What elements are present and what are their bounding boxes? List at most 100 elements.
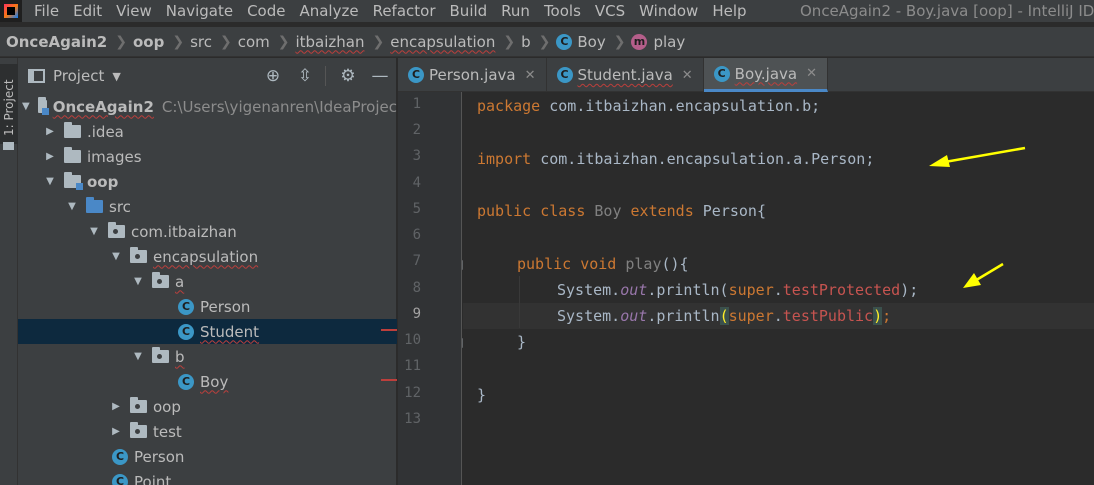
tree-item-label: Student	[200, 322, 260, 341]
tree-item-label: images	[87, 147, 142, 166]
tree-item-b[interactable]: ▼ b	[18, 344, 397, 369]
breadcrumb-method[interactable]: ❯ m play	[606, 33, 686, 51]
folder-icon	[3, 142, 14, 150]
minimize-icon[interactable]: —	[370, 66, 390, 86]
chevron-right-icon: ❯	[372, 33, 385, 50]
menu-analyze[interactable]: Analyze	[299, 2, 358, 20]
chevron-down-icon[interactable]: ▼	[112, 70, 120, 83]
keyword: super	[728, 307, 774, 325]
line-number: 12	[404, 385, 421, 401]
code-text: com.itbaizhan.encapsulation.a.Person;	[531, 150, 875, 168]
tree-item-label: src	[109, 197, 131, 216]
breadcrumb-b[interactable]: ❯ b	[495, 33, 530, 51]
project-view-title[interactable]: Project	[53, 67, 104, 85]
close-icon[interactable]: ✕	[806, 66, 817, 81]
menu-view[interactable]: View	[116, 2, 152, 20]
breadcrumb-project[interactable]: OnceAgain2	[6, 33, 107, 51]
collapsed-arrow-icon[interactable]: ▶	[110, 426, 122, 437]
class-icon: C	[178, 373, 194, 390]
collapse-icon[interactable]: ⇳	[295, 66, 315, 86]
menu-navigate[interactable]: Navigate	[166, 2, 233, 20]
tree-item-person-main[interactable]: C Person	[18, 444, 397, 469]
tree-item-oop-package[interactable]: ▶ oop	[18, 394, 397, 419]
close-icon[interactable]: ✕	[525, 68, 536, 83]
indent-guide	[519, 276, 520, 328]
breadcrumb-b-label: b	[521, 32, 531, 51]
breadcrumb-src-label: src	[190, 32, 212, 51]
breadcrumb-method-label: play	[653, 32, 686, 51]
breadcrumb-com[interactable]: ❯ com	[212, 33, 270, 51]
line-number: 4	[412, 175, 421, 191]
line-number: 1	[412, 96, 421, 112]
project-tool-window-button[interactable]: 1: Project	[0, 64, 18, 150]
code-editor[interactable]: package com.itbaizhan.encapsulation.b; i…	[463, 92, 1094, 485]
static-field: out	[620, 307, 648, 325]
menu-tools[interactable]: Tools	[544, 2, 581, 20]
package-icon	[130, 247, 147, 263]
menu-window[interactable]: Window	[639, 2, 698, 20]
close-icon[interactable]: ✕	[682, 68, 693, 83]
expanded-arrow-icon[interactable]: ▼	[22, 101, 30, 112]
expanded-arrow-icon[interactable]: ▼	[66, 201, 78, 212]
tree-item-label: Boy	[200, 372, 229, 391]
breadcrumb-com-label: com	[237, 32, 270, 51]
tree-item-boy[interactable]: C Boy	[18, 369, 397, 394]
code-line-1: package com.itbaizhan.encapsulation.b;	[477, 93, 820, 119]
tree-item-src[interactable]: ▼ src	[18, 194, 397, 219]
expanded-arrow-icon[interactable]: ▼	[132, 276, 144, 287]
menu-refactor[interactable]: Refactor	[373, 2, 436, 20]
expanded-arrow-icon[interactable]: ▼	[44, 176, 56, 187]
package-icon	[130, 397, 147, 413]
line-number: 8	[412, 280, 421, 296]
breadcrumb-src[interactable]: ❯ src	[164, 33, 212, 51]
tab-label: Student.java	[577, 66, 673, 84]
menu-vcs[interactable]: VCS	[595, 2, 625, 20]
breadcrumb-module[interactable]: ❯ oop	[107, 33, 164, 51]
tree-item-a[interactable]: ▼ a	[18, 269, 397, 294]
tree-item-oop-module[interactable]: ▼ oop	[18, 169, 397, 194]
tree-item-com-itbaizhan[interactable]: ▼ com.itbaizhan	[18, 219, 397, 244]
method-name: play	[616, 255, 662, 273]
menu-file[interactable]: File	[34, 2, 59, 20]
collapsed-arrow-icon[interactable]: ▶	[44, 151, 56, 162]
folder-icon	[64, 122, 81, 138]
code-text: (){	[661, 255, 689, 273]
tree-item-student[interactable]: C Student	[18, 319, 397, 344]
breadcrumb-encapsulation[interactable]: ❯ encapsulation	[365, 33, 496, 51]
tree-item-idea[interactable]: ▶ .idea	[18, 119, 397, 144]
tab-boy-java[interactable]: C Boy.java ✕	[703, 58, 828, 92]
collapsed-arrow-icon[interactable]: ▶	[44, 126, 56, 137]
tree-item-point[interactable]: C Point	[18, 469, 397, 485]
tab-student-java[interactable]: C Student.java ✕	[547, 58, 704, 92]
method-icon: m	[631, 33, 648, 50]
menu-build[interactable]: Build	[450, 2, 488, 20]
expanded-arrow-icon[interactable]: ▼	[132, 351, 144, 362]
breadcrumb-class[interactable]: ❯ C Boy	[531, 33, 606, 51]
package-icon	[130, 422, 147, 438]
tab-person-java[interactable]: C Person.java ✕	[398, 58, 547, 92]
collapsed-arrow-icon[interactable]: ▶	[110, 401, 122, 412]
code-line-8: System.out.println(super.testProtected);	[557, 277, 918, 303]
expanded-arrow-icon[interactable]: ▼	[88, 226, 100, 237]
menu-run[interactable]: Run	[501, 2, 530, 20]
menu-edit[interactable]: Edit	[73, 2, 102, 20]
tree-item-test[interactable]: ▶ test	[18, 419, 397, 444]
keyword: import	[477, 150, 532, 168]
menu-help[interactable]: Help	[712, 2, 746, 20]
expanded-arrow-icon[interactable]: ▼	[110, 251, 122, 262]
chevron-right-icon: ❯	[503, 33, 516, 50]
breadcrumb-project-label: OnceAgain2	[6, 32, 108, 51]
breadcrumb-encapsulation-label: encapsulation	[390, 32, 496, 51]
breadcrumb-itbaizhan[interactable]: ❯ itbaizhan	[270, 33, 365, 51]
code-text: .println(	[647, 281, 729, 299]
tree-item-encapsulation[interactable]: ▼ encapsulation	[18, 244, 397, 269]
tree-item-person[interactable]: C Person	[18, 294, 397, 319]
matched-paren: (	[719, 307, 729, 325]
menu-code[interactable]: Code	[247, 2, 285, 20]
tree-item-onceagain2[interactable]: ▼ OnceAgain2 C:\Users\yigenanren\IdeaPro…	[18, 94, 397, 119]
code-line-9: System.out.println(super.testPublic);	[557, 303, 891, 329]
tree-item-images[interactable]: ▶ images	[18, 144, 397, 169]
gear-icon[interactable]: ⚙	[338, 66, 358, 86]
source-folder-icon	[86, 197, 103, 213]
target-icon[interactable]: ⊕	[263, 66, 283, 86]
